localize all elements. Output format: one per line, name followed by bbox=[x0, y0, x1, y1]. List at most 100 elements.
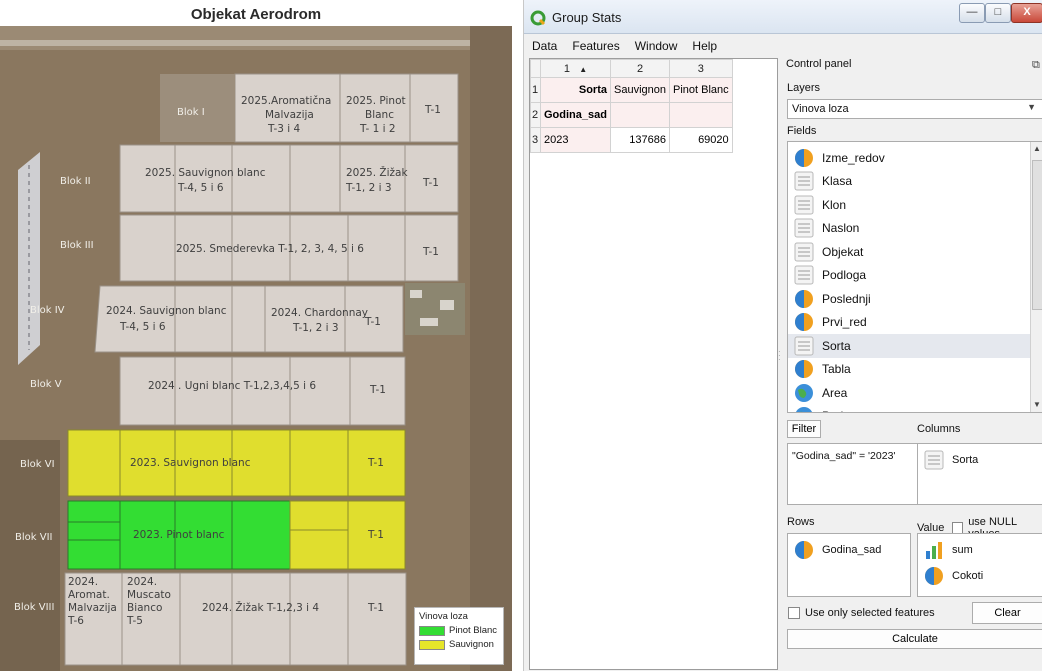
table-cell[interactable]: Sorta bbox=[540, 77, 611, 103]
legend-title: Vinova loza bbox=[419, 611, 468, 622]
field-label: Blanc bbox=[365, 109, 394, 121]
close-button[interactable]: X bbox=[1011, 3, 1042, 23]
table-cell[interactable]: 137686 bbox=[610, 127, 670, 153]
field-item-perimet[interactable]: Perimet bbox=[788, 405, 1030, 412]
field-label: 2024. Chardonnay bbox=[271, 307, 368, 319]
table-cell[interactable]: 69020 bbox=[669, 127, 733, 153]
menu-help[interactable]: Help bbox=[692, 39, 717, 53]
undock-icon[interactable]: ⧉ bbox=[1032, 59, 1040, 72]
row-header-3[interactable]: 3 bbox=[530, 127, 541, 153]
use-selected-label: Use only selected features bbox=[805, 607, 935, 619]
splitter-handle[interactable]: · · · bbox=[778, 348, 784, 364]
field-label: 2025. Sauvignon blanc bbox=[145, 167, 266, 179]
table-row: 3 2023 137686 69020 bbox=[530, 127, 733, 153]
field-label: T-1 bbox=[422, 246, 439, 258]
filter-button[interactable]: Filter bbox=[787, 420, 821, 438]
menu-data[interactable]: Data bbox=[532, 39, 557, 53]
columns-drop-area[interactable]: Sorta bbox=[917, 443, 1042, 505]
use-selected-checkbox[interactable] bbox=[788, 607, 800, 619]
field-b8-t1 bbox=[347, 572, 407, 666]
row-header-1[interactable]: 1 bbox=[530, 77, 541, 103]
field-item-poslednji[interactable]: Poslednji bbox=[788, 287, 1030, 311]
menu-window[interactable]: Window bbox=[635, 39, 678, 53]
value-item-sum-label: sum bbox=[952, 544, 973, 556]
scroll-up-icon[interactable]: ▲ bbox=[1033, 144, 1041, 153]
decimal-field-icon bbox=[795, 289, 813, 308]
field-label: 2023. Pinot blanc bbox=[133, 529, 225, 541]
field-item-label: Podloga bbox=[822, 268, 867, 283]
field-item-label: Area bbox=[822, 385, 848, 400]
rows-item[interactable]: Godina_sad bbox=[794, 540, 881, 560]
field-item-area[interactable]: Area bbox=[788, 381, 1030, 405]
row-header-2[interactable]: 2 bbox=[530, 102, 541, 128]
column-header-2[interactable]: 2 bbox=[610, 59, 670, 78]
field-item-podloga[interactable]: Podloga bbox=[788, 264, 1030, 288]
table-cell[interactable]: Godina_sad bbox=[540, 102, 611, 128]
text-field-icon bbox=[794, 195, 814, 215]
decimal-field-icon bbox=[795, 541, 813, 559]
clear-button[interactable]: Clear bbox=[972, 602, 1042, 624]
field-label: T-4, 5 i 6 bbox=[177, 182, 224, 194]
table-cell[interactable]: Sauvignon bbox=[610, 77, 670, 103]
fields-list[interactable]: Izme_redov Klasa Klon Naslon Objekat Podloga P… bbox=[787, 141, 1042, 413]
field-label: T-1, 2 i 3 bbox=[292, 322, 339, 334]
value-drop-area[interactable]: sum Cokoti bbox=[917, 533, 1042, 597]
field-item-label: Sorta bbox=[822, 338, 851, 353]
scroll-down-icon[interactable]: ▼ bbox=[1033, 400, 1041, 409]
value-item-cokoti[interactable]: Cokoti bbox=[924, 566, 983, 586]
results-table-panel[interactable]: 1 ▲ 2 3 1 Sorta Sauvignon Pinot Blanc 2 … bbox=[529, 58, 778, 670]
corner-cell[interactable] bbox=[530, 59, 541, 78]
text-field-icon bbox=[794, 265, 814, 285]
value-item-sum[interactable]: sum bbox=[924, 540, 973, 560]
field-item-label: Klon bbox=[822, 197, 847, 212]
decimal-field-icon bbox=[795, 360, 813, 379]
table-cell[interactable] bbox=[669, 102, 733, 128]
field-b4-sauvignon bbox=[94, 285, 266, 353]
map-canvas: Blok I Blok II Blok III Blok IV Blok V B… bbox=[0, 26, 512, 671]
filter-expression[interactable]: "Godina_sad" = '2023' bbox=[787, 443, 935, 505]
columns-item[interactable]: Sorta bbox=[924, 450, 978, 470]
window-title: Group Stats bbox=[552, 10, 622, 25]
field-label: 2024 . Ugni blanc T-1,2,3,4,5 i 6 bbox=[148, 380, 316, 392]
field-label: Aromat. bbox=[68, 589, 110, 601]
decimal-field-icon bbox=[795, 148, 813, 167]
field-b8-zizak bbox=[179, 572, 349, 666]
field-label: 2023. Sauvignon blanc bbox=[130, 457, 251, 469]
chevron-down-icon: ▼ bbox=[1027, 102, 1036, 112]
layer-select[interactable]: Vinova loza ▼ bbox=[787, 99, 1042, 119]
scroll-thumb[interactable] bbox=[1032, 160, 1042, 310]
fields-scrollbar[interactable]: ▲ ▼ bbox=[1030, 142, 1042, 412]
rows-drop-area[interactable]: Godina_sad bbox=[787, 533, 911, 597]
column-header-3[interactable]: 3 bbox=[669, 59, 733, 78]
use-selected-option[interactable]: Use only selected features bbox=[788, 607, 935, 619]
field-item-label: Objekat bbox=[822, 244, 864, 259]
minimize-button[interactable]: — bbox=[959, 3, 985, 23]
table-cell[interactable] bbox=[610, 102, 670, 128]
field-item-label: Klasa bbox=[822, 174, 853, 189]
field-item-klasa[interactable]: Klasa bbox=[788, 170, 1030, 194]
group-stats-window: Group Stats — □ X Data Features Window H… bbox=[523, 0, 1042, 671]
column-header-1[interactable]: 1 ▲ bbox=[540, 59, 611, 78]
legend-swatch-sauvignon bbox=[419, 639, 445, 650]
title-bar[interactable]: Group Stats — □ X bbox=[524, 0, 1042, 34]
globe-field-icon bbox=[796, 407, 812, 412]
blok-label-2: Blok II bbox=[60, 176, 91, 187]
legend-label-sauvignon: Sauvignon bbox=[449, 639, 494, 650]
field-item-izme_redov[interactable]: Izme_redov bbox=[788, 146, 1030, 170]
field-label: T-3 i 4 bbox=[267, 123, 301, 135]
calculate-button[interactable]: Calculate bbox=[787, 629, 1042, 649]
qgis-logo-icon bbox=[530, 10, 546, 26]
field-item-tabla[interactable]: Tabla bbox=[788, 358, 1030, 382]
field-item-label: Perimet bbox=[822, 409, 863, 412]
table-cell[interactable]: 2023 bbox=[540, 127, 611, 153]
blok-label-1: Blok I bbox=[177, 107, 205, 118]
field-item-prvi_red[interactable]: Prvi_red bbox=[788, 311, 1030, 335]
field-item-klon[interactable]: Klon bbox=[788, 193, 1030, 217]
table-cell[interactable]: Pinot Blanc bbox=[669, 77, 733, 103]
field-item-sorta[interactable]: Sorta bbox=[788, 334, 1030, 358]
legend-swatch-pinot bbox=[419, 625, 445, 636]
menu-features[interactable]: Features bbox=[572, 39, 619, 53]
field-item-objekat[interactable]: Objekat bbox=[788, 240, 1030, 264]
maximize-button[interactable]: □ bbox=[985, 3, 1011, 23]
field-item-naslon[interactable]: Naslon bbox=[788, 217, 1030, 241]
